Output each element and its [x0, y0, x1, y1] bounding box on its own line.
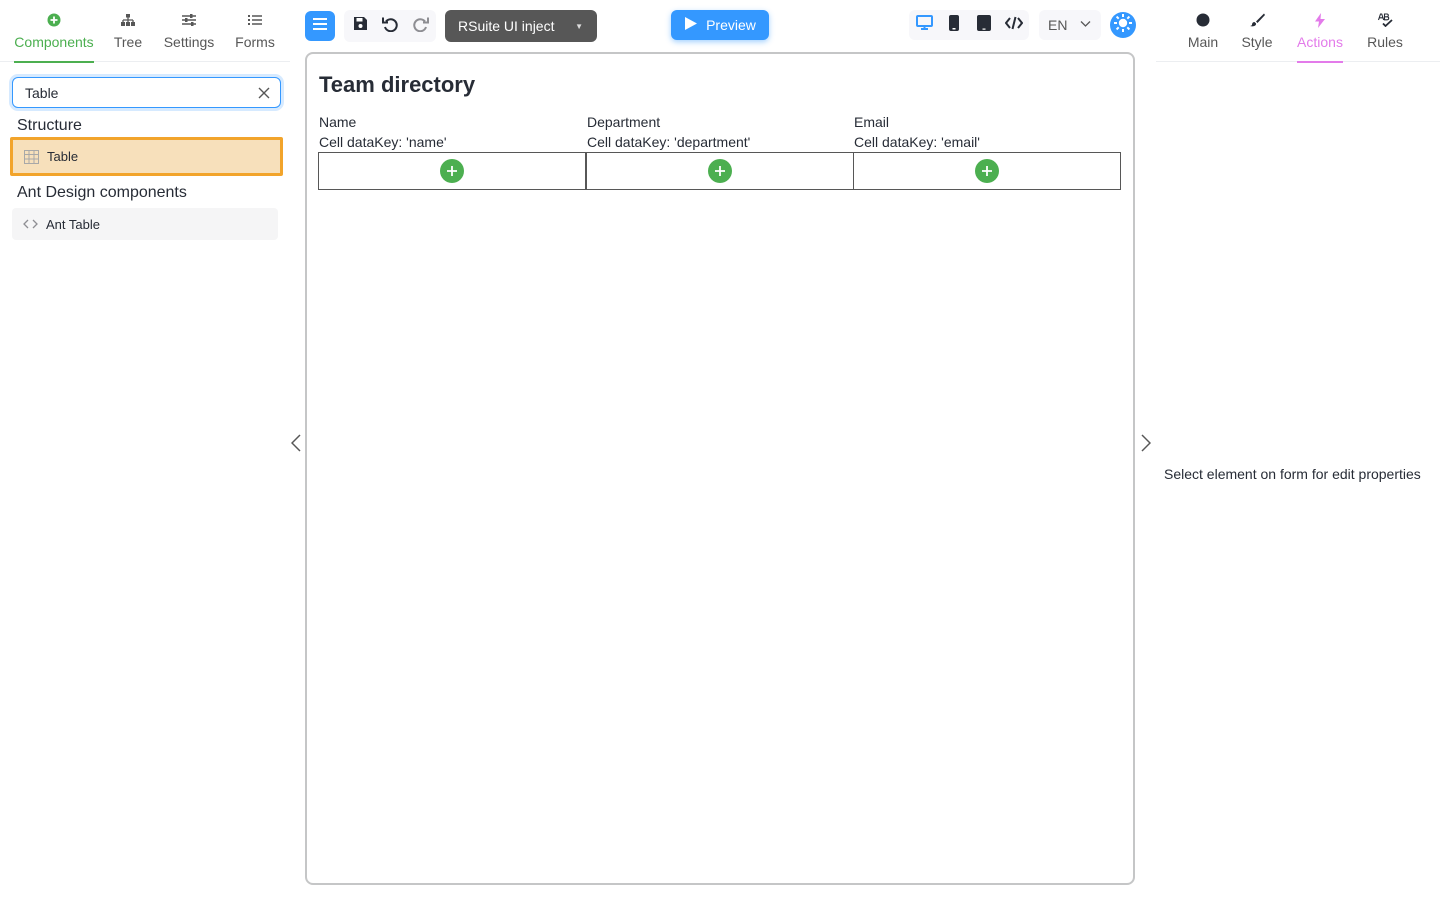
caret-down-icon: ▼ [575, 22, 583, 31]
column-header: Email [854, 114, 890, 130]
column-datakey: Cell dataKey: 'name' [319, 134, 447, 150]
tab-main-label: Main [1187, 34, 1219, 50]
ui-kit-select[interactable]: RSuite UI inject ▼ [445, 10, 597, 42]
table-icon [23, 149, 39, 165]
undo-button[interactable] [375, 10, 405, 42]
collapse-right-panel-button[interactable] [1138, 432, 1154, 454]
tab-components[interactable]: Components [14, 10, 94, 63]
right-tab-bar: Main Style Actions Rules [1156, 0, 1440, 63]
left-panel: Components Tree Settings Forms Structure [0, 0, 290, 900]
code-icon [22, 216, 38, 232]
tab-rules[interactable]: Rules [1366, 10, 1404, 62]
form-title: Team directory [319, 72, 476, 97]
chevron-right-icon [1141, 434, 1151, 452]
add-cell-button[interactable] [440, 159, 464, 183]
collapse-left-panel-button[interactable] [288, 432, 304, 454]
hamburger-icon [313, 17, 327, 35]
chevron-left-icon [291, 434, 301, 452]
form-canvas[interactable]: Team directory Name Cell dataKey: 'name'… [305, 52, 1135, 885]
tab-actions[interactable]: Actions [1297, 10, 1343, 63]
sun-icon [1113, 13, 1133, 38]
column-header: Department [587, 114, 661, 130]
tab-actions-label: Actions [1297, 34, 1343, 50]
table-column-department[interactable]: Department Cell dataKey: 'department' [586, 112, 854, 190]
table-column-name[interactable]: Name Cell dataKey: 'name' [318, 112, 586, 190]
column-header: Name [319, 114, 357, 130]
ui-kit-select-value: RSuite UI inject [458, 18, 555, 34]
save-icon [353, 16, 368, 36]
add-cell-button[interactable] [708, 159, 732, 183]
tree-icon [121, 10, 135, 30]
code-view-button[interactable] [999, 10, 1029, 40]
add-cell-button[interactable] [975, 159, 999, 183]
chevron-down-icon [1080, 21, 1091, 27]
menu-button[interactable] [305, 11, 335, 41]
tab-tree[interactable]: Tree [113, 10, 143, 62]
column-cell-dropzone[interactable] [853, 152, 1121, 190]
plus-icon [715, 166, 725, 176]
column-cell-dropzone[interactable] [318, 152, 586, 190]
component-item-table[interactable]: Table [10, 137, 283, 176]
component-item-table-label: Table [47, 149, 79, 164]
column-datakey: Cell dataKey: 'email' [854, 134, 980, 150]
language-select[interactable]: EN [1039, 10, 1101, 40]
plus-icon [982, 166, 992, 176]
device-button-group [909, 10, 1029, 40]
mobile-view-button[interactable] [939, 10, 969, 40]
mobile-icon [949, 14, 959, 36]
undo-icon [381, 16, 399, 37]
left-tab-bar: Components Tree Settings Forms [0, 0, 290, 63]
brush-icon [1249, 10, 1265, 30]
table-column-email[interactable]: Email Cell dataKey: 'email' [853, 112, 1121, 190]
lightning-icon [1315, 10, 1325, 30]
tab-style-label: Style [1241, 34, 1273, 50]
plus-icon [447, 166, 457, 176]
component-search-box [12, 77, 281, 108]
tablet-icon [977, 14, 991, 36]
list-icon [248, 10, 262, 30]
tab-style[interactable]: Style [1241, 10, 1273, 62]
group-title-ant-design: Ant Design components [17, 184, 187, 201]
code-icon [1004, 16, 1024, 35]
tab-components-label: Components [14, 34, 94, 50]
language-select-value: EN [1048, 17, 1068, 33]
desktop-icon [915, 15, 933, 35]
component-search-input[interactable] [13, 78, 243, 107]
tab-forms-label: Forms [235, 34, 275, 50]
group-title-structure: Structure [17, 117, 82, 134]
redo-button[interactable] [405, 10, 435, 42]
play-icon [684, 16, 698, 34]
sliders-icon [182, 10, 196, 30]
theme-toggle-button[interactable] [1110, 12, 1136, 38]
tab-tree-label: Tree [113, 34, 143, 50]
redo-icon [412, 16, 429, 37]
spellcheck-icon [1377, 10, 1393, 30]
tab-rules-label: Rules [1367, 34, 1403, 50]
preview-button-label: Preview [706, 17, 756, 33]
close-icon[interactable] [256, 85, 272, 101]
history-button-group [344, 10, 436, 42]
tablet-view-button[interactable] [969, 10, 999, 40]
tab-settings[interactable]: Settings [163, 10, 215, 62]
tab-main[interactable]: Main [1187, 10, 1219, 62]
column-cell-dropzone[interactable] [586, 152, 854, 190]
tab-settings-label: Settings [163, 34, 215, 50]
properties-empty-message: Select element on form for edit properti… [1164, 466, 1421, 482]
desktop-view-button[interactable] [909, 10, 939, 40]
circle-icon [1196, 10, 1210, 30]
tab-forms[interactable]: Forms [234, 10, 276, 62]
component-item-ant-table-label: Ant Table [46, 216, 100, 232]
save-button[interactable] [345, 10, 375, 42]
component-item-ant-table[interactable]: Ant Table [12, 208, 278, 240]
preview-button[interactable]: Preview [671, 10, 769, 40]
column-datakey: Cell dataKey: 'department' [587, 134, 751, 150]
plus-circle-icon [47, 10, 61, 30]
